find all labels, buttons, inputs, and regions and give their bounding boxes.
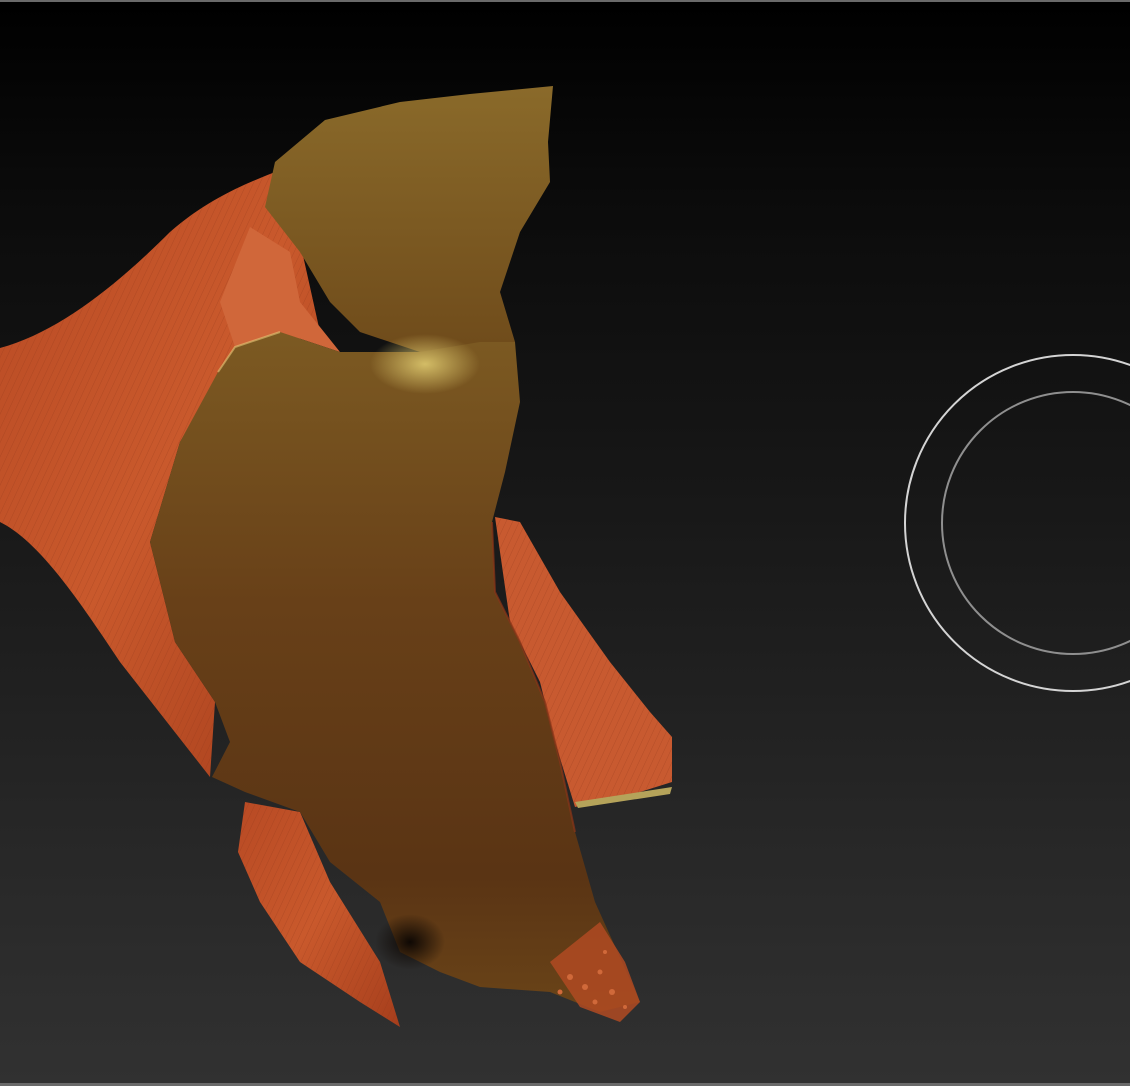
sculpt-viewport[interactable] — [0, 0, 1130, 1086]
surface-highlight — [370, 334, 480, 394]
surface-hole — [375, 914, 445, 970]
